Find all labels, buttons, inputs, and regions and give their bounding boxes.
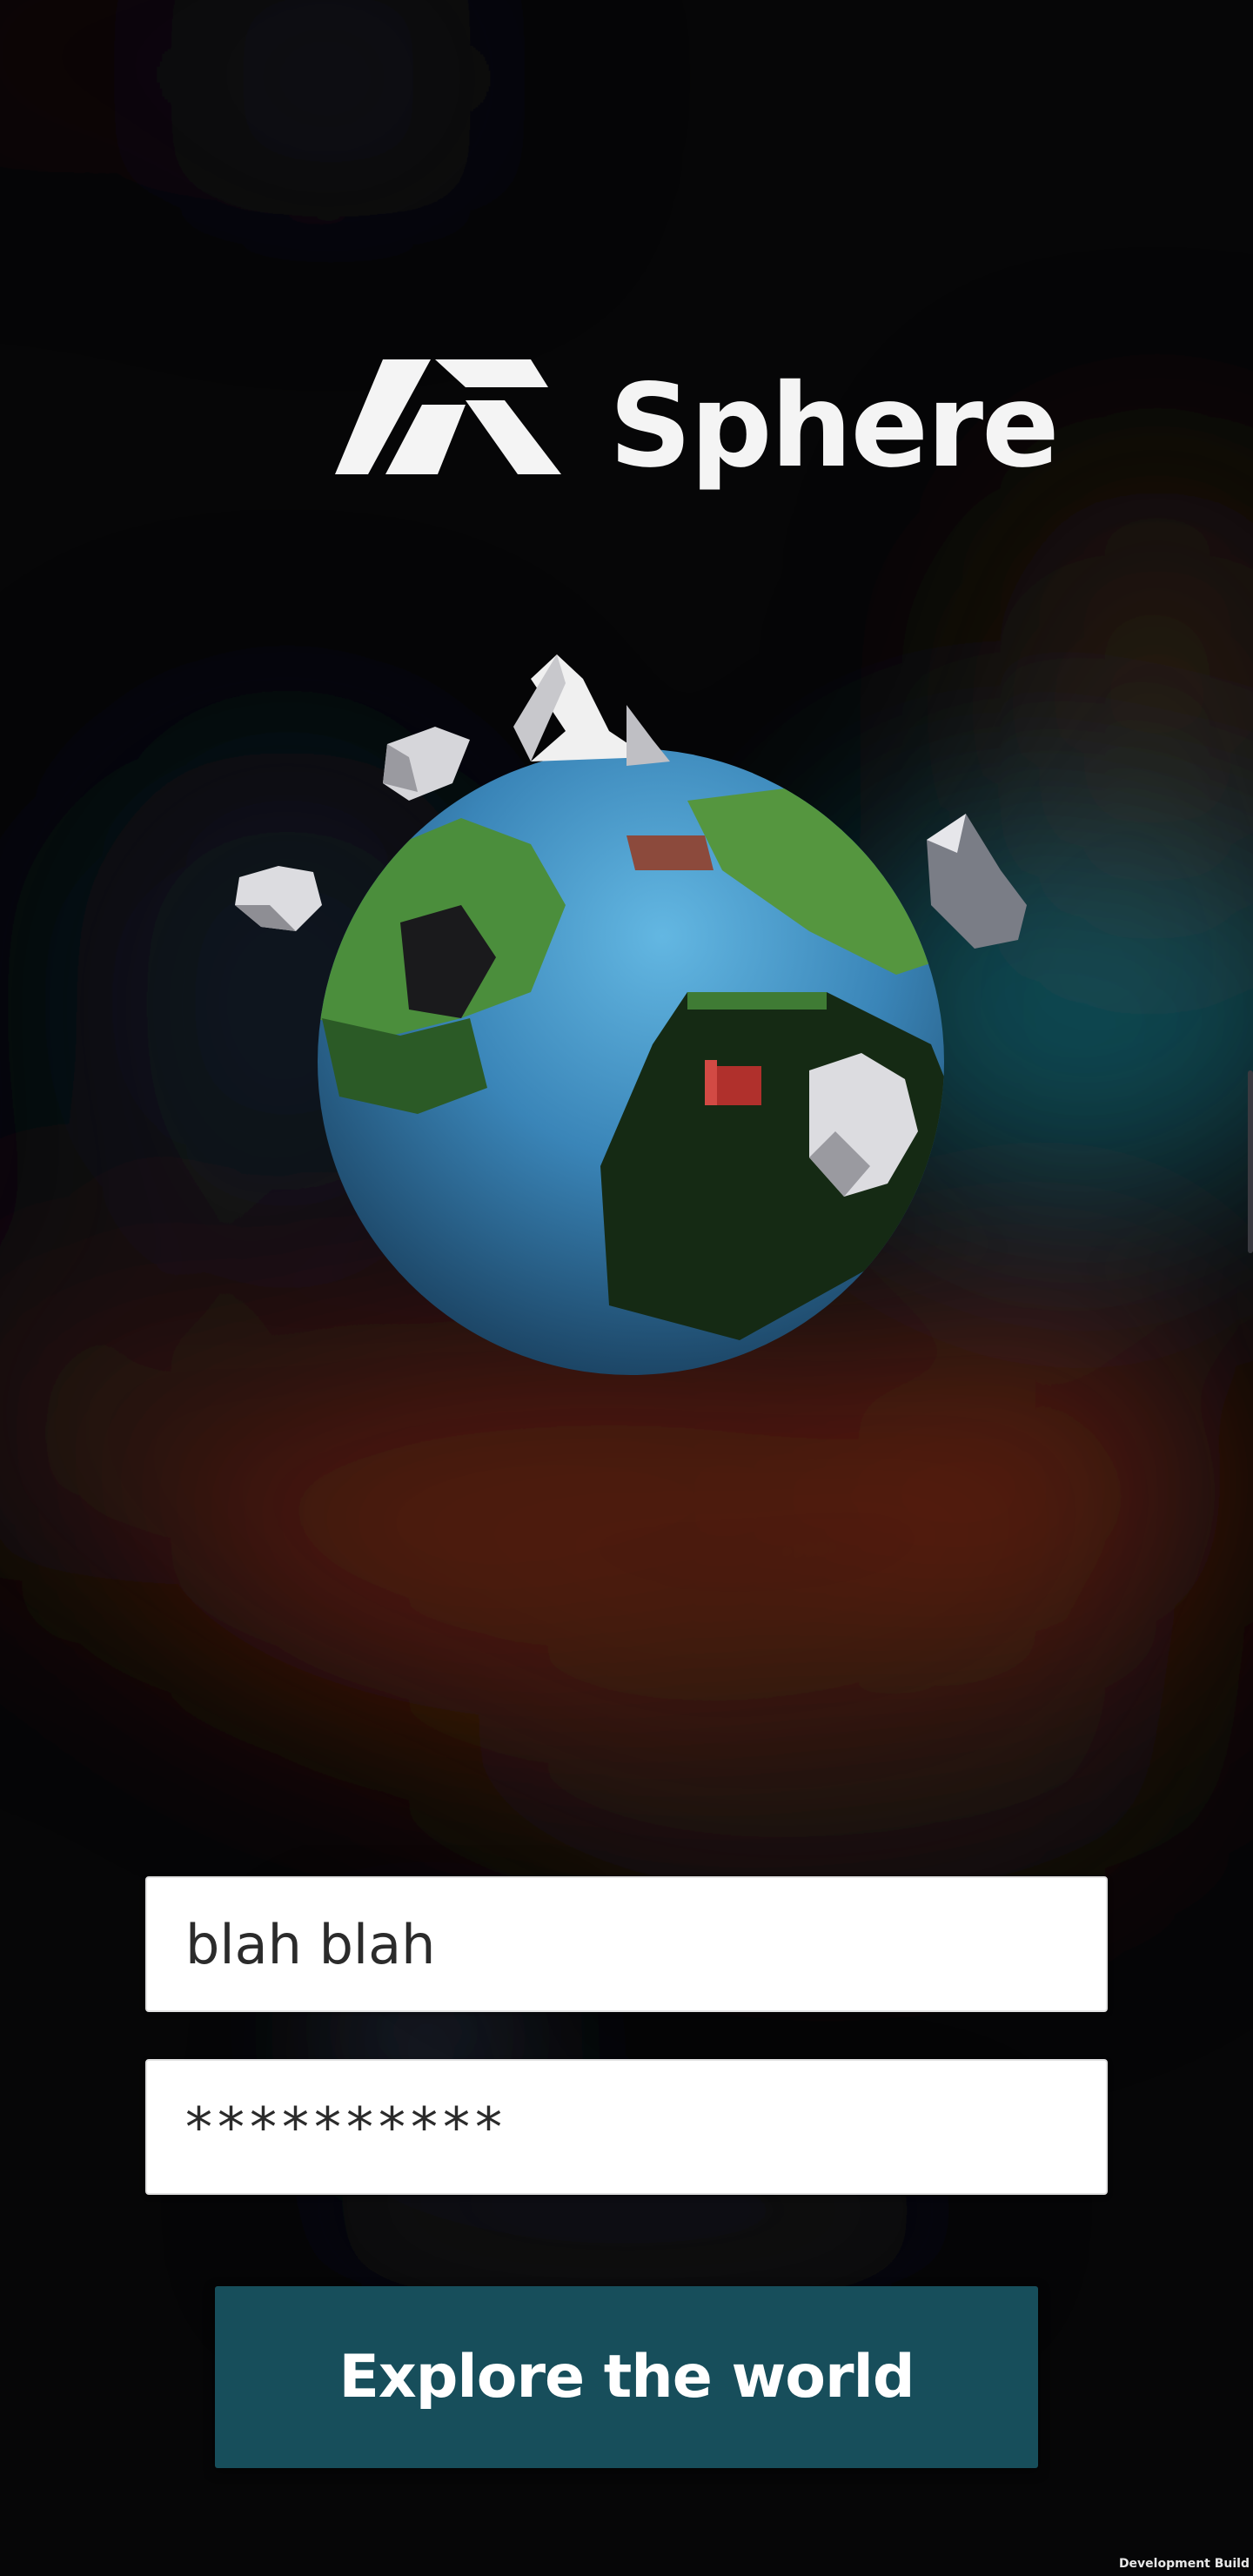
password-input[interactable] [145,2059,1108,2195]
explore-world-button[interactable]: Explore the world [215,2286,1038,2468]
planet-illustration [235,654,1027,1375]
sphere-logo-mark [335,359,561,474]
app-title: Sphere [609,359,1060,493]
edge-panel-handle[interactable] [1248,1070,1253,1253]
username-input[interactable] [145,1876,1108,2012]
development-build-label: Development Build [1118,2557,1250,2571]
